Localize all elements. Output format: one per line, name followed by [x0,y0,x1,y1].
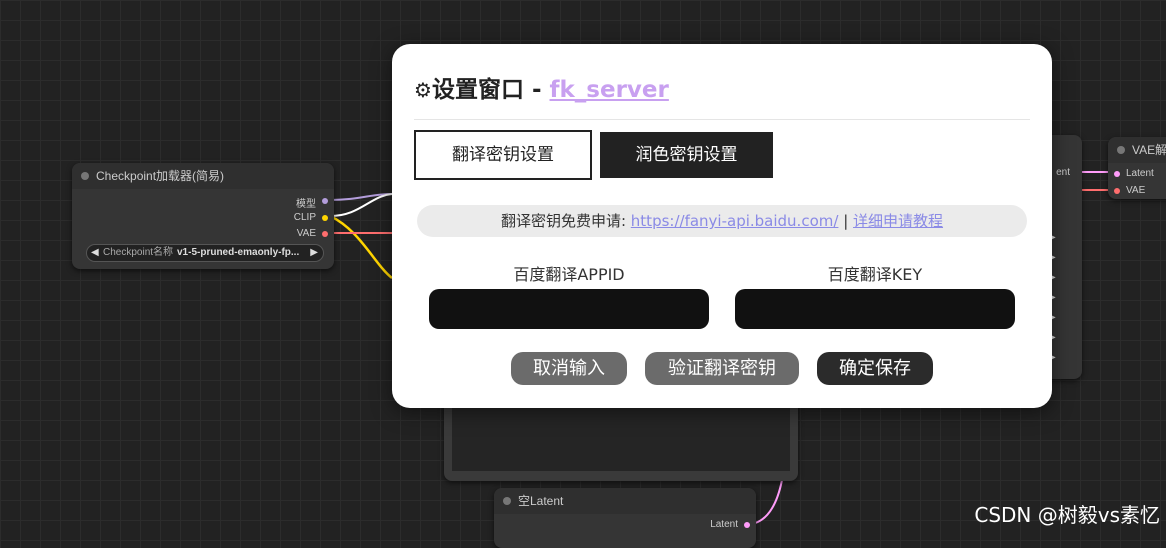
tab-polish-key[interactable]: 润色密钥设置 [600,132,773,178]
output-slot-vae[interactable]: VAE [296,228,328,239]
latent-pin-icon[interactable] [1114,171,1120,177]
output-label-model: 模型 [296,199,316,210]
widget-label: Checkpoint名称 [103,247,174,258]
modal-title-text: 设置窗口 - [431,77,550,103]
checkpoint-node-title: Checkpoint加载器(简易) [72,163,334,189]
save-button[interactable]: 确定保存 [817,352,933,385]
output-label-clip: CLIP [293,212,316,223]
latent-pin-icon[interactable] [744,522,750,528]
input-label-latent: Latent [1126,168,1154,179]
vae-pin-icon[interactable] [322,231,328,237]
key-label: 百度翻译KEY [827,265,923,284]
tutorial-link[interactable]: 详细申请教程 [853,212,943,230]
middle-node-slot-label: ent [1056,167,1070,178]
settings-modal: ⚙设置窗口 - fk_server 翻译密钥设置 润色密钥设置 翻译密钥免费申请… [392,44,1052,408]
watermark: CSDN @树毅vs素忆 [974,503,1160,527]
vae-decode-node[interactable]: VAE解 Latent VAE [1108,137,1166,199]
model-pin-icon[interactable] [322,198,328,204]
baidu-api-link[interactable]: https://fanyi-api.baidu.com/ [631,212,839,230]
cancel-button[interactable]: 取消输入 [511,352,627,385]
divider [414,119,1030,120]
empty-latent-node-title-text: 空Latent [518,494,564,508]
apply-info-bar: 翻译密钥免费申请: https://fanyi-api.baidu.com/ |… [417,205,1027,237]
checkpoint-node-title-text: Checkpoint加载器(简易) [96,169,225,183]
node-collapse-dot-icon[interactable] [503,497,511,505]
empty-latent-node-title: 空Latent [494,488,756,514]
verify-key-button[interactable]: 验证翻译密钥 [645,352,799,385]
output-slot-latent[interactable]: Latent [710,519,750,530]
node-collapse-dot-icon[interactable] [81,172,89,180]
modal-title: ⚙设置窗口 - fk_server [414,70,669,104]
checkpoint-name-widget[interactable]: ◀ Checkpoint名称 v1-5-pruned-emaonly-fp...… [86,244,324,262]
appid-input[interactable] [429,289,709,329]
output-slot-clip[interactable]: CLIP [293,212,328,223]
widget-left-arrow-icon[interactable]: ◀ [91,245,99,261]
vae-decode-node-title-text: VAE解 [1132,143,1166,157]
checkpoint-node[interactable]: Checkpoint加载器(简易) 模型 CLIP VAE ◀ Checkpoi… [72,163,334,269]
empty-latent-node[interactable]: 空Latent Latent [494,488,756,548]
server-link[interactable]: fk_server [550,77,669,103]
appid-label: 百度翻译APPID [513,265,625,284]
node-collapse-dot-icon[interactable] [1117,146,1125,154]
output-slot-model[interactable]: 模型 [296,195,328,210]
input-slot-vae[interactable]: VAE [1114,185,1146,196]
widget-right-arrow-icon[interactable]: ▶ [310,245,318,261]
key-input[interactable] [735,289,1015,329]
middle-node-slot[interactable]: ent [1056,167,1070,178]
input-slot-latent[interactable]: Latent [1114,168,1154,179]
vae-decode-node-title: VAE解 [1108,137,1166,163]
input-label-vae: VAE [1126,185,1146,196]
gear-icon: ⚙ [414,78,432,102]
apply-prefix: 翻译密钥免费申请: [500,212,631,230]
apply-separator: | [838,212,854,230]
preview-area [452,403,790,471]
vae-pin-icon[interactable] [1114,188,1120,194]
output-label-latent: Latent [710,519,738,530]
tab-translate-key[interactable]: 翻译密钥设置 [414,130,592,180]
clip-pin-icon[interactable] [322,215,328,221]
output-label-vae: VAE [296,228,316,239]
widget-value: v1-5-pruned-emaonly-fp... [177,247,300,258]
